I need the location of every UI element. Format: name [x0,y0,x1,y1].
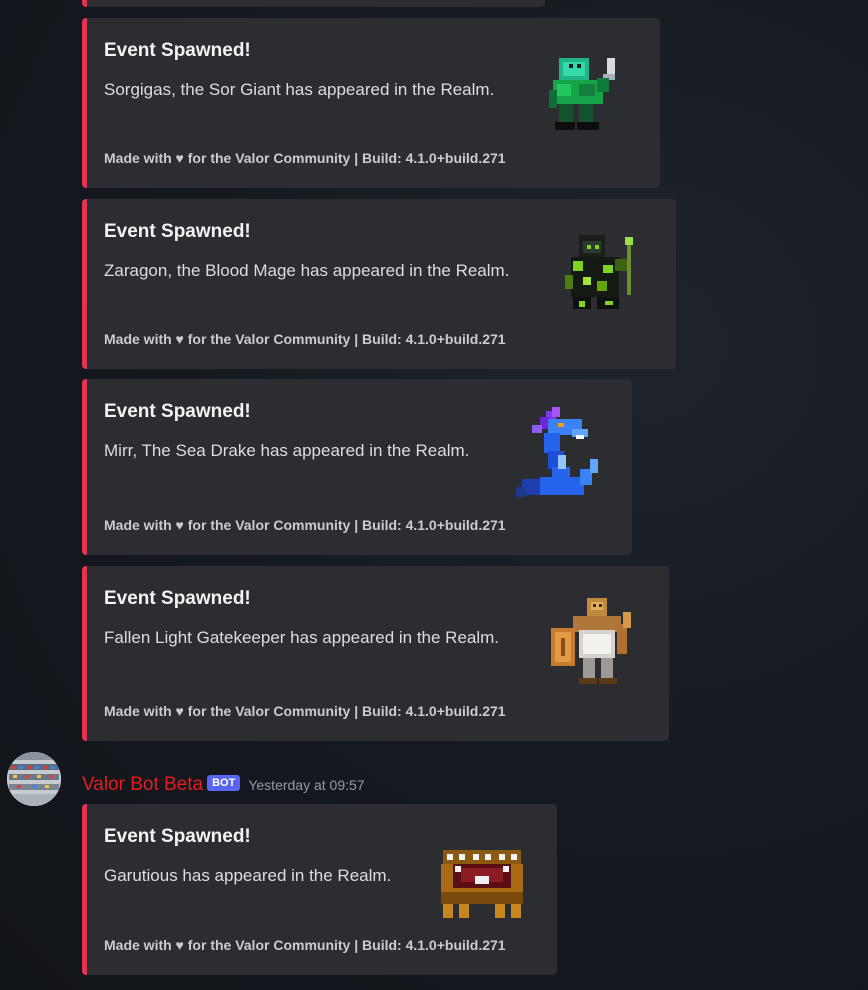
embed-footer: Made with ♥ for the Valor Community | Bu… [104,517,506,533]
embed-description: Mirr, The Sea Drake has appeared in the … [104,441,470,460]
embed-description: Zaragon, the Blood Mage has appeared in … [104,261,510,280]
embed-description: Garutious has appeared in the Realm. [104,866,392,885]
event-embed: Event Spawned! Garutious has appeared in… [82,804,557,975]
embed-footer: Made with ♥ for the Valor Community | Bu… [104,150,506,166]
embed-title: Event Spawned! [104,401,251,422]
event-embed: Event Spawned! Sorgigas, the Sor Giant h… [82,18,660,188]
event-embed: Event Spawned! Zaragon, the Blood Mage h… [82,199,676,369]
message-timestamp[interactable]: Yesterday at 09:57 [248,777,364,793]
embed-title: Event Spawned! [104,221,251,242]
blood-mage-sprite-icon[interactable] [559,231,645,317]
embed-title: Event Spawned! [104,40,251,61]
embed-footer: Made with ♥ for the Valor Community | Bu… [104,937,506,953]
embed-description: Sorgigas, the Sor Giant has appeared in … [104,80,495,99]
gatekeeper-sprite-icon[interactable] [547,594,641,688]
event-embed: Event Spawned! Mirr, The Sea Drake has a… [82,379,632,555]
embed-title: Event Spawned! [104,588,251,609]
message-header: Valor Bot Beta BOT Yesterday at 09:57 [82,774,365,800]
username[interactable]: Valor Bot Beta [82,774,203,795]
bot-badge: BOT [207,775,241,791]
garutious-sprite-icon[interactable] [439,846,525,920]
embed-footer: Made with ♥ for the Valor Community | Bu… [104,703,506,719]
bot-avatar-icon[interactable] [7,752,61,806]
sea-drake-sprite-icon[interactable] [512,407,604,503]
embed-title: Event Spawned! [104,826,251,847]
embed-footer: Made with ♥ for the Valor Community | Bu… [104,331,506,347]
sor-giant-sprite-icon[interactable] [545,50,631,136]
previous-embed-fragment [82,0,545,7]
embed-description: Fallen Light Gatekeeper has appeared in … [104,628,500,647]
event-embed: Event Spawned! Fallen Light Gatekeeper h… [82,566,669,741]
